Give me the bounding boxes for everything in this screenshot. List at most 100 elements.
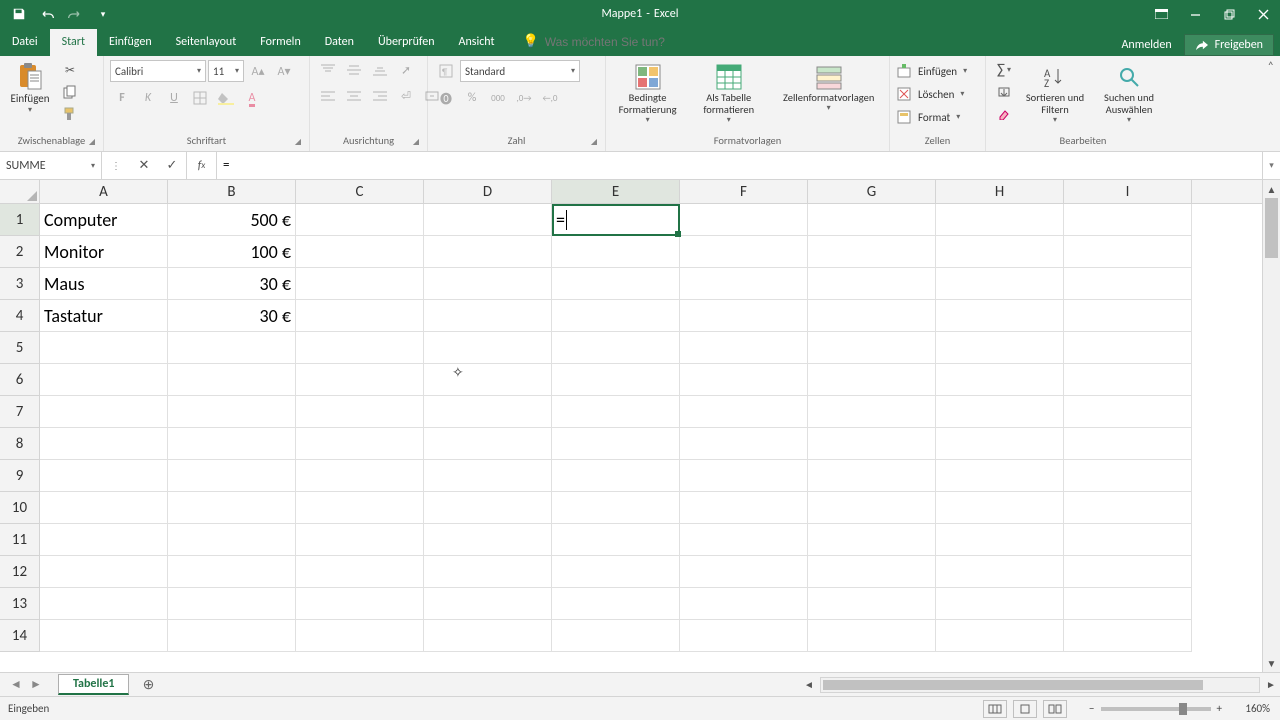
close-icon[interactable] <box>1246 0 1280 28</box>
cell[interactable] <box>168 332 296 364</box>
add-sheet-icon[interactable]: ⊕ <box>137 674 159 696</box>
cell[interactable] <box>1064 268 1192 300</box>
cell[interactable] <box>296 588 424 620</box>
cell[interactable]: 30 € <box>168 268 296 300</box>
cell[interactable] <box>936 268 1064 300</box>
increase-decimal-icon[interactable]: ,0→ <box>512 88 536 108</box>
cell[interactable] <box>680 556 808 588</box>
cell[interactable] <box>1064 492 1192 524</box>
cell[interactable] <box>40 332 168 364</box>
cell[interactable] <box>424 588 552 620</box>
formula-input[interactable] <box>223 158 1256 173</box>
dialog-launcher-icon[interactable]: ◢ <box>89 137 95 147</box>
comma-icon[interactable]: 000 <box>486 88 510 108</box>
cell[interactable] <box>40 396 168 428</box>
tab-seitenlayout[interactable]: Seitenlayout <box>164 29 249 56</box>
row-header[interactable]: 11 <box>0 524 40 556</box>
collapse-ribbon-icon[interactable]: ˄ <box>1268 60 1274 74</box>
cell[interactable] <box>296 268 424 300</box>
cell[interactable] <box>936 364 1064 396</box>
cell[interactable] <box>296 332 424 364</box>
row-header[interactable]: 13 <box>0 588 40 620</box>
cell[interactable] <box>296 364 424 396</box>
cell[interactable] <box>168 524 296 556</box>
cell[interactable] <box>680 332 808 364</box>
cell[interactable] <box>680 236 808 268</box>
cell[interactable] <box>424 204 552 236</box>
cell[interactable]: 500 € <box>168 204 296 236</box>
sheet-tab[interactable]: Tabelle1 <box>58 674 129 695</box>
tab-ansicht[interactable]: Ansicht <box>447 29 507 56</box>
cell[interactable] <box>680 460 808 492</box>
cell[interactable] <box>296 620 424 652</box>
tab-ueberpruefen[interactable]: Überprüfen <box>366 29 447 56</box>
sort-filter-button[interactable]: AZ Sortieren und Filtern▾ <box>1022 60 1088 125</box>
row-header[interactable]: 10 <box>0 492 40 524</box>
zoom-level[interactable]: 160% <box>1228 702 1270 715</box>
number-format-combo[interactable]: Standard▾ <box>460 60 580 82</box>
cell[interactable] <box>1064 236 1192 268</box>
cell[interactable] <box>1064 332 1192 364</box>
cell[interactable] <box>936 620 1064 652</box>
fx-icon[interactable]: fx <box>187 152 217 179</box>
col-header[interactable]: E <box>552 180 680 203</box>
zoom-slider[interactable] <box>1101 707 1211 711</box>
col-header[interactable]: I <box>1064 180 1192 203</box>
cell[interactable] <box>1064 620 1192 652</box>
ribbon-display-icon[interactable] <box>1144 0 1178 28</box>
cell[interactable] <box>936 556 1064 588</box>
font-size-combo[interactable]: 11▾ <box>208 60 244 82</box>
cell[interactable] <box>168 364 296 396</box>
cell[interactable] <box>808 620 936 652</box>
italic-button[interactable]: K <box>136 88 160 108</box>
row-header[interactable]: 8 <box>0 428 40 460</box>
cell[interactable] <box>1064 588 1192 620</box>
col-header[interactable]: A <box>40 180 168 203</box>
cell[interactable] <box>424 556 552 588</box>
tab-start[interactable]: Start <box>50 29 97 56</box>
percent-icon[interactable]: % <box>460 88 484 108</box>
cell[interactable] <box>552 268 680 300</box>
save-icon[interactable] <box>6 2 32 26</box>
signin-button[interactable]: Anmelden <box>1111 34 1181 56</box>
cell[interactable] <box>808 492 936 524</box>
insert-cells-button[interactable]: Einfügen▾ <box>896 60 967 82</box>
redo-icon[interactable] <box>62 2 88 26</box>
active-cell-content[interactable]: = <box>552 204 680 236</box>
dialog-launcher-icon[interactable]: ◢ <box>591 137 597 147</box>
cell[interactable] <box>552 332 680 364</box>
scroll-thumb[interactable] <box>823 680 1203 690</box>
cell-styles-button[interactable]: Zellenformatvorlagen▾ <box>774 60 883 113</box>
clear-icon[interactable] <box>992 104 1016 124</box>
format-painter-icon[interactable] <box>58 104 82 124</box>
col-header[interactable]: B <box>168 180 296 203</box>
format-as-table-button[interactable]: Als Tabelle formatieren▾ <box>693 60 764 125</box>
tab-einfuegen[interactable]: Einfügen <box>97 29 164 56</box>
autosum-icon[interactable]: ∑▾ <box>992 60 1016 80</box>
row-header[interactable]: 5 <box>0 332 40 364</box>
row-header[interactable]: 1 <box>0 204 40 236</box>
cell[interactable] <box>168 556 296 588</box>
cell[interactable] <box>168 428 296 460</box>
cell[interactable] <box>296 492 424 524</box>
cell[interactable]: 100 € <box>168 236 296 268</box>
decrease-font-icon[interactable]: A▾ <box>272 61 296 81</box>
cell[interactable] <box>808 268 936 300</box>
cell[interactable] <box>168 588 296 620</box>
paste-button[interactable]: Einfügen ▾ <box>6 60 54 115</box>
cell[interactable] <box>552 460 680 492</box>
cell[interactable] <box>424 268 552 300</box>
cell[interactable] <box>1064 204 1192 236</box>
undo-icon[interactable] <box>34 2 60 26</box>
align-left-icon[interactable] <box>316 86 340 106</box>
cell[interactable] <box>808 300 936 332</box>
cell[interactable] <box>808 524 936 556</box>
cell[interactable]: Tastatur <box>40 300 168 332</box>
cell[interactable] <box>296 524 424 556</box>
cell[interactable] <box>552 236 680 268</box>
cell[interactable] <box>936 300 1064 332</box>
row-header[interactable]: 9 <box>0 460 40 492</box>
share-button[interactable]: Freigeben <box>1184 34 1274 56</box>
tab-formeln[interactable]: Formeln <box>248 29 312 56</box>
cell[interactable] <box>680 492 808 524</box>
